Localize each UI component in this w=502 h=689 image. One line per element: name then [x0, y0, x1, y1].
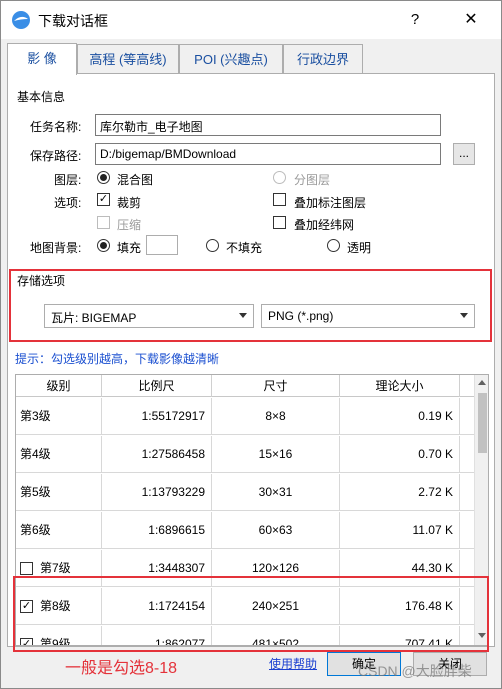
scroll-up-icon[interactable] [478, 380, 486, 385]
tab-poi[interactable]: POI (兴趣点) [179, 44, 283, 74]
close-icon[interactable]: ✕ [459, 9, 483, 31]
level-checkbox[interactable] [20, 562, 33, 575]
cell-scale: 1:27586458 [102, 436, 212, 473]
image-format-select[interactable]: PNG (*.png) [261, 304, 475, 328]
compress-label: 压缩 [117, 218, 142, 232]
table-row[interactable]: 第5级 1:13793229 30×31 2.72 K [16, 474, 474, 511]
cell-scale: 1:13793229 [102, 474, 212, 511]
cell-size: 8×8 [212, 398, 340, 435]
cell-level: 第3级 [16, 398, 102, 435]
cell-est-size: 2.72 K [340, 474, 460, 511]
bg-label: 地图背景: [30, 241, 82, 255]
bg-color-swatch[interactable] [146, 235, 178, 255]
cell-size: 30×31 [212, 474, 340, 511]
cell-size: 15×16 [212, 436, 340, 473]
window-title: 下载对话框 [38, 13, 108, 29]
bg-nofill-label: 不填充 [226, 241, 263, 255]
cell-est-size: 0.19 K [340, 398, 460, 435]
tab-admin-boundary[interactable]: 行政边界 [283, 44, 363, 74]
table-row[interactable]: 第6级 1:6896615 60×63 11.07 K [16, 512, 474, 549]
chevron-down-icon [460, 313, 468, 318]
hint-text: 提示：勾选级别越高，下载影像越清晰 [15, 352, 220, 366]
image-format-value: PNG (*.png) [268, 309, 334, 323]
task-name-field[interactable]: 库尔勒市_电子地图 [95, 114, 441, 136]
bg-transparent-radio[interactable] [327, 239, 340, 252]
cell-scale: 1:55172917 [102, 398, 212, 435]
annotation-note: 一般是勾选8-18 [65, 660, 178, 677]
table-row[interactable]: 第3级 1:55172917 8×8 0.19 K [16, 398, 474, 435]
tab-imagery[interactable]: 影 像 [7, 43, 77, 75]
save-path-label: 保存路径: [30, 149, 82, 163]
save-path-field[interactable]: D:/bigemap/BMDownload [95, 143, 441, 165]
browse-button[interactable]: ... [453, 143, 475, 165]
help-link[interactable]: 使用帮助 [269, 655, 317, 672]
header-scale[interactable]: 比例尺 [102, 375, 212, 397]
overlay-grid-label: 叠加经纬网 [294, 218, 355, 232]
overlay-grid-checkbox[interactable] [273, 216, 286, 229]
header-est-size[interactable]: 理论大小 [340, 375, 460, 397]
storage-title: 存储选项 [17, 274, 66, 288]
cell-size: 60×63 [212, 512, 340, 549]
level-text: 第6级 [20, 523, 51, 537]
header-size[interactable]: 尺寸 [212, 375, 340, 397]
options-label: 选项: [54, 196, 82, 210]
basic-info-title: 基本信息 [17, 90, 66, 104]
cell-level: 第4级 [16, 436, 102, 473]
cell-level: 第5级 [16, 474, 102, 511]
tile-format-value: 瓦片: BIGEMAP [51, 311, 137, 325]
bg-fill-label: 填充 [117, 241, 142, 255]
table-header: 级别 比例尺 尺寸 理论大小 [16, 375, 474, 397]
level-text: 第4级 [20, 447, 51, 461]
compress-checkbox[interactable] [97, 216, 110, 229]
clip-label: 裁剪 [117, 196, 142, 210]
task-name-label: 任务名称: [30, 120, 82, 134]
watermark: CSDN @大脸胖柴 [358, 663, 472, 679]
level-text: 第3级 [20, 409, 51, 423]
tab-elevation[interactable]: 高程 (等高线) [77, 44, 179, 74]
bg-nofill-radio[interactable] [206, 239, 219, 252]
layer-mixed-label: 混合图 [117, 173, 154, 187]
overlay-label-checkbox[interactable] [273, 193, 286, 206]
cell-level: 第6级 [16, 512, 102, 549]
app-logo-icon [12, 11, 30, 29]
help-button[interactable]: ? [403, 9, 427, 31]
scroll-thumb[interactable] [478, 393, 487, 453]
table-row[interactable]: 第4级 1:27586458 15×16 0.70 K [16, 436, 474, 473]
layer-label: 图层: [54, 173, 82, 187]
clip-checkbox[interactable]: ✓ [97, 193, 110, 206]
tile-format-select[interactable]: 瓦片: BIGEMAP [44, 304, 254, 328]
level-text: 第5级 [20, 485, 51, 499]
layer-split-label: 分图层 [294, 173, 331, 187]
bg-fill-radio[interactable] [97, 239, 110, 252]
title-bar: 下载对话框 ? ✕ [1, 1, 501, 39]
cell-est-size: 0.70 K [340, 436, 460, 473]
selected-levels-highlight-box [13, 576, 489, 652]
header-level[interactable]: 级别 [16, 375, 102, 397]
layer-split-radio[interactable] [273, 171, 286, 184]
layer-mixed-radio[interactable] [97, 171, 110, 184]
cell-scale: 1:6896615 [102, 512, 212, 549]
cell-est-size: 11.07 K [340, 512, 460, 549]
overlay-label-text: 叠加标注图层 [294, 196, 367, 210]
bg-transparent-label: 透明 [347, 241, 372, 255]
download-dialog: 下载对话框 ? ✕ 影 像 高程 (等高线) POI (兴趣点) 行政边界 基本… [0, 0, 502, 689]
chevron-down-icon [239, 313, 247, 318]
